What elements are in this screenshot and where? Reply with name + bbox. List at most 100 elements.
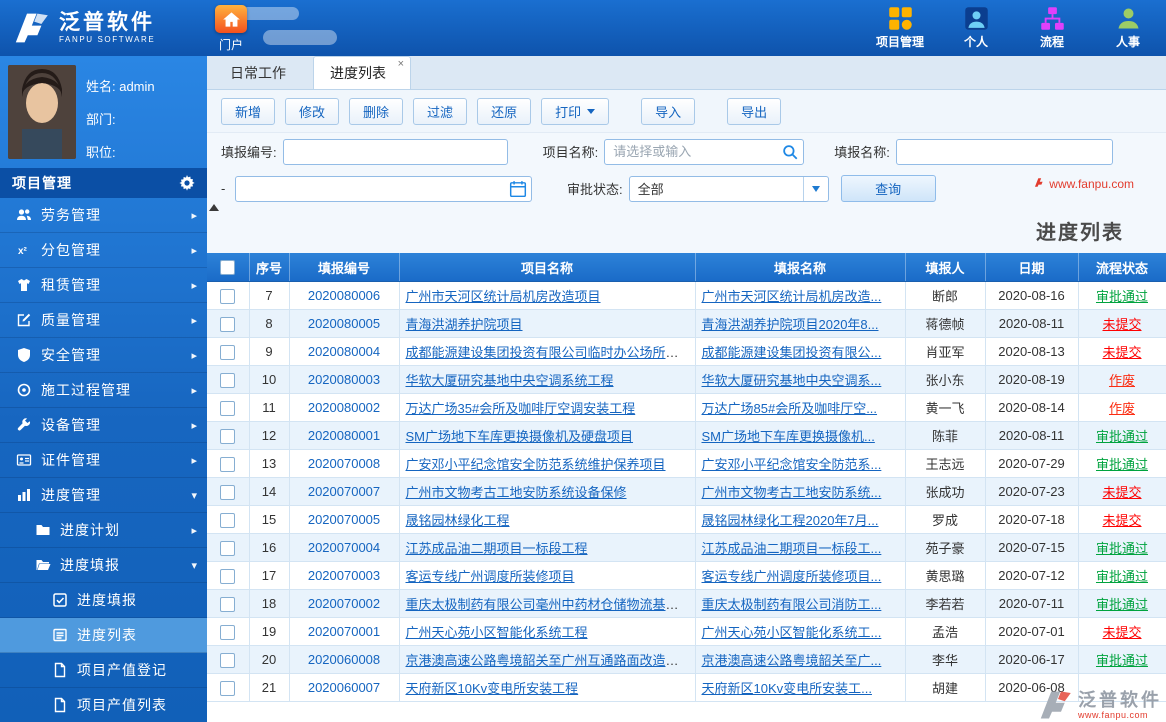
sidebar-item-progress[interactable]: 进度管理 [0, 478, 207, 513]
row-project-link[interactable]: 青海洪湖养护院项目 [406, 317, 523, 332]
row-checkbox[interactable] [220, 288, 236, 304]
sidebar-item-output-register[interactable]: 项目产值登记 [0, 653, 207, 688]
project-name-input[interactable] [604, 138, 805, 165]
row-report-link[interactable]: 广州市天河区统计局机房改造... [702, 289, 882, 304]
restore-button[interactable]: 还原 [477, 97, 532, 125]
import-button[interactable]: 导入 [641, 97, 696, 125]
row-checkbox[interactable] [220, 428, 236, 444]
row-project-link[interactable]: 京港澳高速公路粤境韶关至广州互通路面改造中... [406, 653, 690, 668]
row-project-link[interactable]: 华软大厦研究基地中央空调系统工程 [406, 373, 614, 388]
row-code[interactable]: 2020070003 [289, 561, 400, 590]
row-report-link[interactable]: 京港澳高速公路粤境韶关至广... [702, 653, 882, 668]
row-report-link[interactable]: 广州天心苑小区智能化系统工... [702, 625, 882, 640]
sidebar-item-progress-plan[interactable]: 进度计划 [0, 513, 207, 548]
row-report-link[interactable]: 万达广场85#会所及咖啡厅空... [702, 401, 878, 416]
row-checkbox[interactable] [220, 652, 236, 668]
row-project-link[interactable]: 天府新区10Kv变电所安装工程 [406, 681, 579, 696]
row-status[interactable]: 未提交 [1102, 485, 1141, 500]
chevron-down-icon[interactable] [802, 176, 828, 201]
print-button[interactable]: 打印 [541, 97, 610, 125]
row-code[interactable]: 2020070004 [289, 533, 400, 562]
nav-personal[interactable]: 个人 [946, 6, 1006, 50]
row-checkbox[interactable] [220, 624, 236, 640]
tab-daily-work[interactable]: 日常工作 [213, 56, 311, 89]
query-button[interactable]: 查询 [840, 175, 936, 202]
row-report-link[interactable]: SM广场地下车库更换摄像机... [702, 429, 875, 444]
nav-flow[interactable]: 流程 [1022, 6, 1082, 50]
row-code[interactable]: 2020080003 [289, 365, 400, 394]
row-code[interactable]: 2020080001 [289, 421, 400, 450]
row-code[interactable]: 2020080002 [289, 393, 400, 422]
row-checkbox[interactable] [220, 512, 236, 528]
row-code[interactable]: 2020080006 [289, 281, 400, 310]
row-report-link[interactable]: 天府新区10Kv变电所安装工... [702, 681, 872, 696]
sidebar-item-labor[interactable]: 劳务管理 [0, 198, 207, 233]
row-report-link[interactable]: 华软大厦研究基地中央空调系... [702, 373, 882, 388]
nav-hr[interactable]: 人事 [1098, 6, 1158, 50]
row-code[interactable]: 2020080005 [289, 309, 400, 338]
row-checkbox[interactable] [220, 344, 236, 360]
date-input[interactable] [235, 175, 532, 202]
row-status[interactable]: 未提交 [1102, 317, 1141, 332]
edit-button[interactable]: 修改 [285, 97, 340, 125]
sidebar-item-safety[interactable]: 安全管理 [0, 338, 207, 373]
row-checkbox[interactable] [220, 596, 236, 612]
row-checkbox[interactable] [220, 316, 236, 332]
row-code[interactable]: 2020070008 [289, 449, 400, 478]
sidebar-item-progress-list[interactable]: 进度列表 [0, 618, 207, 653]
row-code[interactable]: 2020070007 [289, 477, 400, 506]
export-button[interactable]: 导出 [727, 97, 782, 125]
row-status[interactable]: 未提交 [1102, 345, 1141, 360]
row-status[interactable]: 审批通过 [1096, 457, 1148, 472]
sidebar-item-certificate[interactable]: 证件管理 [0, 443, 207, 478]
row-project-link[interactable]: 广安邓小平纪念馆安全防范系统维护保养项目 [406, 457, 666, 472]
row-status[interactable]: 作废 [1109, 401, 1135, 416]
row-status[interactable]: 审批通过 [1096, 653, 1148, 668]
row-project-link[interactable]: 万达广场35#会所及咖啡厅空调安装工程 [406, 401, 636, 416]
row-report-link[interactable]: 客运专线广州调度所装修项目... [702, 569, 882, 584]
row-status[interactable]: 未提交 [1102, 513, 1141, 528]
row-status[interactable]: 审批通过 [1096, 429, 1148, 444]
scroll-up-arrow[interactable] [209, 204, 219, 211]
delete-button[interactable]: 删除 [349, 97, 404, 125]
row-code[interactable]: 2020070005 [289, 505, 400, 534]
row-report-link[interactable]: 成都能源建设集团投资有限公... [702, 345, 882, 360]
sidebar-item-output-list[interactable]: 项目产值列表 [0, 688, 207, 722]
approval-status-dropdown[interactable]: 全部 [628, 175, 829, 202]
row-project-link[interactable]: 江苏成品油二期项目一标段工程 [406, 541, 588, 556]
row-status[interactable]: 审批通过 [1096, 541, 1148, 556]
sidebar-item-lease[interactable]: 租赁管理 [0, 268, 207, 303]
row-project-link[interactable]: 晟铭园林绿化工程 [406, 513, 510, 528]
row-report-link[interactable]: 广州市文物考古工地安防系统... [702, 485, 882, 500]
row-report-link[interactable]: 江苏成品油二期项目一标段工... [702, 541, 882, 556]
report-name-input[interactable] [895, 138, 1113, 165]
row-project-link[interactable]: 广州市天河区统计局机房改造项目 [406, 289, 601, 304]
portal-button[interactable]: 门户 [205, 0, 337, 56]
row-code[interactable]: 2020060007 [289, 673, 400, 702]
gear-icon[interactable] [179, 175, 195, 191]
row-project-link[interactable]: SM广场地下车库更换摄像机及硬盘项目 [406, 429, 634, 444]
row-status[interactable]: 作废 [1109, 373, 1135, 388]
sidebar-item-equipment[interactable]: 设备管理 [0, 408, 207, 443]
tab-progress-list[interactable]: 进度列表 × [313, 56, 411, 89]
calendar-icon[interactable] [509, 180, 527, 198]
row-report-link[interactable]: 青海洪湖养护院项目2020年8... [702, 317, 879, 332]
row-checkbox[interactable] [220, 484, 236, 500]
row-checkbox[interactable] [220, 372, 236, 388]
row-checkbox[interactable] [220, 456, 236, 472]
row-project-link[interactable]: 成都能源建设集团投资有限公司临时办公场所装... [406, 345, 690, 360]
row-report-link[interactable]: 广安邓小平纪念馆安全防范系... [702, 457, 882, 472]
row-code[interactable]: 2020070002 [289, 589, 400, 618]
add-button[interactable]: 新增 [221, 97, 276, 125]
row-code[interactable]: 2020070001 [289, 617, 400, 646]
close-icon[interactable]: × [398, 58, 404, 71]
select-all-checkbox[interactable] [220, 260, 236, 276]
sidebar-item-subcontract[interactable]: x² 分包管理 [0, 233, 207, 268]
row-status[interactable]: 审批通过 [1096, 289, 1148, 304]
row-project-link[interactable]: 客运专线广州调度所装修项目 [406, 569, 575, 584]
row-project-link[interactable]: 广州天心苑小区智能化系统工程 [406, 625, 588, 640]
row-status[interactable]: 审批通过 [1096, 597, 1148, 612]
row-checkbox[interactable] [220, 680, 236, 696]
row-code[interactable]: 2020060008 [289, 645, 400, 674]
sidebar-item-progress-report[interactable]: 进度填报 [0, 548, 207, 583]
